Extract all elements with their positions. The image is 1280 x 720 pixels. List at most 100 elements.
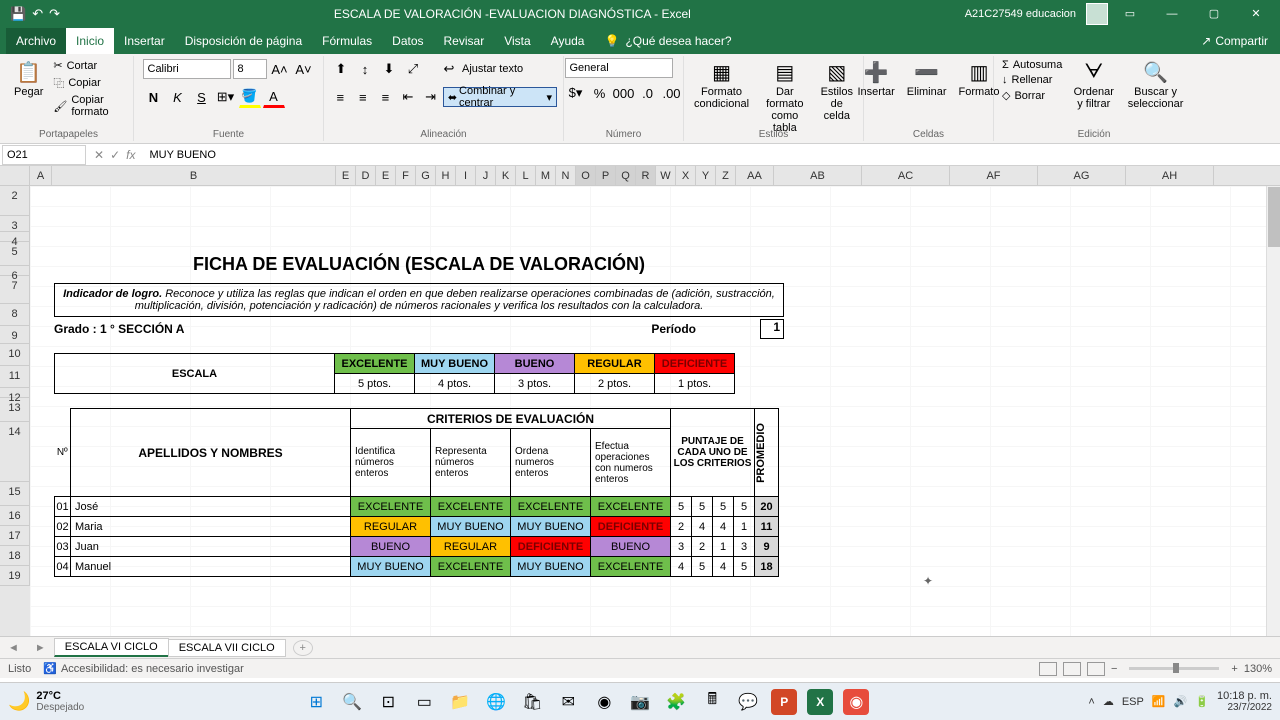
select-all-corner[interactable] xyxy=(0,166,30,185)
maximize-button[interactable]: ▢ xyxy=(1194,0,1234,28)
fill-color-button[interactable]: 🪣 xyxy=(239,86,261,108)
undo-icon[interactable]: ↶ xyxy=(32,6,43,22)
wrap-text-button[interactable]: Ajustar texto xyxy=(462,63,523,75)
share-button[interactable]: ↗Compartir xyxy=(1201,34,1280,48)
table-row[interactable]: 03Juan BUENOREGULARDEFICIENTEBUENO 3213 … xyxy=(55,537,779,557)
cell-styles-button[interactable]: ▧Estilos de celda xyxy=(817,58,857,124)
col-header[interactable]: F xyxy=(396,166,416,185)
excel-icon[interactable]: X xyxy=(807,689,833,715)
zoom-slider[interactable] xyxy=(1129,667,1219,670)
find-button[interactable]: 🔍Buscar y seleccionar xyxy=(1123,58,1188,112)
indent-inc-icon[interactable]: ⇥ xyxy=(420,86,441,108)
sheet-tab[interactable]: ESCALA VII CICLO xyxy=(168,639,286,657)
format-painter-button[interactable]: 🖌Copiar formato xyxy=(51,93,127,119)
chrome-icon[interactable]: ◉ xyxy=(591,689,617,715)
number-format-select[interactable] xyxy=(565,58,673,78)
merge-center-button[interactable]: ⬌Combinar y centrar▾ xyxy=(443,87,557,107)
clock-time[interactable]: 10:18 p. m. xyxy=(1217,690,1272,702)
tab-inicio[interactable]: Inicio xyxy=(66,28,114,54)
col-header[interactable]: E xyxy=(336,166,356,185)
grid-area[interactable]: FICHA DE EVALUACIÓN (ESCALA DE VALORACIÓ… xyxy=(30,186,1280,636)
col-header[interactable]: H xyxy=(436,166,456,185)
row-header[interactable]: 19 xyxy=(0,566,30,586)
font-name-input[interactable] xyxy=(143,59,231,79)
insert-cells-button[interactable]: ➕Insertar xyxy=(854,58,899,100)
explorer-icon[interactable]: 📁 xyxy=(447,689,473,715)
row-header[interactable]: 16 xyxy=(0,506,30,526)
italic-button[interactable]: K xyxy=(167,86,189,108)
instagram-icon[interactable]: 📷 xyxy=(627,689,653,715)
powerpoint-icon[interactable]: P xyxy=(771,689,797,715)
avatar[interactable] xyxy=(1086,3,1108,25)
app-icon[interactable]: 🧩 xyxy=(663,689,689,715)
zoom-level[interactable]: 130% xyxy=(1244,663,1272,675)
align-right-icon[interactable]: ≡ xyxy=(375,86,396,108)
periodo-value[interactable]: 1 xyxy=(760,319,784,339)
col-header[interactable]: W xyxy=(656,166,676,185)
row-header[interactable]: 5 xyxy=(0,242,30,266)
page-break-button[interactable] xyxy=(1087,662,1105,676)
tab-disposicion[interactable]: Disposición de página xyxy=(175,28,312,54)
col-header[interactable]: AH xyxy=(1126,166,1214,185)
tab-formulas[interactable]: Fórmulas xyxy=(312,28,382,54)
align-middle-icon[interactable]: ↕ xyxy=(354,58,376,80)
add-sheet-button[interactable]: + xyxy=(293,640,313,656)
dec-dec-icon[interactable]: .00 xyxy=(661,82,683,104)
col-header[interactable]: D xyxy=(356,166,376,185)
col-header[interactable]: AB xyxy=(774,166,862,185)
cut-button[interactable]: ✂Cortar xyxy=(51,58,127,73)
autosum-button[interactable]: ΣAutosuma xyxy=(1000,58,1064,72)
tray-chevron-icon[interactable]: ˄ xyxy=(1088,696,1094,708)
row-headers[interactable]: 2 3 4 5 6 7 8 9 10 11 12 13 14 15 16 17 … xyxy=(0,186,30,636)
wifi-icon[interactable]: 📶 xyxy=(1152,695,1166,708)
bold-button[interactable]: N xyxy=(143,86,165,108)
col-header[interactable]: X xyxy=(676,166,696,185)
recorder-icon[interactable]: ◉ xyxy=(843,689,869,715)
task-view-icon[interactable]: ⊡ xyxy=(375,689,401,715)
format-table-button[interactable]: ▤Dar formato como tabla xyxy=(757,58,813,136)
col-header[interactable]: AG xyxy=(1038,166,1126,185)
col-header[interactable]: O xyxy=(576,166,596,185)
col-header[interactable]: AA xyxy=(736,166,774,185)
col-header[interactable]: K xyxy=(496,166,516,185)
col-headers[interactable]: A B E D E F G H I J K L M N O P Q R W X … xyxy=(0,166,1280,186)
enter-icon[interactable]: ✓ xyxy=(110,148,120,162)
col-header[interactable]: AC xyxy=(862,166,950,185)
page-layout-button[interactable] xyxy=(1063,662,1081,676)
fill-button[interactable]: ↓Rellenar xyxy=(1000,73,1064,87)
underline-button[interactable]: S xyxy=(191,86,213,108)
row-header[interactable]: 9 xyxy=(0,326,30,344)
sheet-tab-active[interactable]: ESCALA VI CICLO xyxy=(54,638,169,657)
row-header[interactable]: 3 xyxy=(0,216,30,232)
copy-button[interactable]: ⿻Copiar xyxy=(51,74,127,92)
weather-widget[interactable]: 🌙 27°CDespejado xyxy=(8,690,84,713)
col-header[interactable]: A xyxy=(30,166,52,185)
border-button[interactable]: ⊞▾ xyxy=(215,86,237,108)
fx-icon[interactable]: fx xyxy=(126,148,135,162)
clear-button[interactable]: ◇Borrar xyxy=(1000,88,1064,103)
row-header[interactable]: 18 xyxy=(0,546,30,566)
lang-indicator[interactable]: ESP xyxy=(1122,696,1144,708)
col-header[interactable]: P xyxy=(596,166,616,185)
mail-icon[interactable]: ✉ xyxy=(555,689,581,715)
col-header[interactable]: Z xyxy=(716,166,736,185)
row-header[interactable]: 12 xyxy=(0,388,30,398)
shrink-font-icon[interactable]: A˅ xyxy=(293,58,315,80)
save-icon[interactable]: 💾 xyxy=(10,6,26,22)
row-header[interactable]: 4 xyxy=(0,232,30,242)
col-header[interactable]: B xyxy=(52,166,336,185)
whatsapp-icon[interactable]: 💬 xyxy=(735,689,761,715)
orientation-icon[interactable]: ⤢ xyxy=(402,58,424,80)
font-color-button[interactable]: A xyxy=(263,86,285,108)
row-header[interactable]: 11 xyxy=(0,366,30,388)
font-size-input[interactable] xyxy=(233,59,267,79)
row-header[interactable]: 13 xyxy=(0,398,30,422)
currency-icon[interactable]: $▾ xyxy=(565,82,587,104)
row-header[interactable]: 6 xyxy=(0,266,30,276)
percent-icon[interactable]: % xyxy=(589,82,611,104)
col-header[interactable]: N xyxy=(556,166,576,185)
indent-dec-icon[interactable]: ⇤ xyxy=(398,86,419,108)
col-header[interactable]: R xyxy=(636,166,656,185)
col-header[interactable]: I xyxy=(456,166,476,185)
col-header[interactable]: AF xyxy=(950,166,1038,185)
